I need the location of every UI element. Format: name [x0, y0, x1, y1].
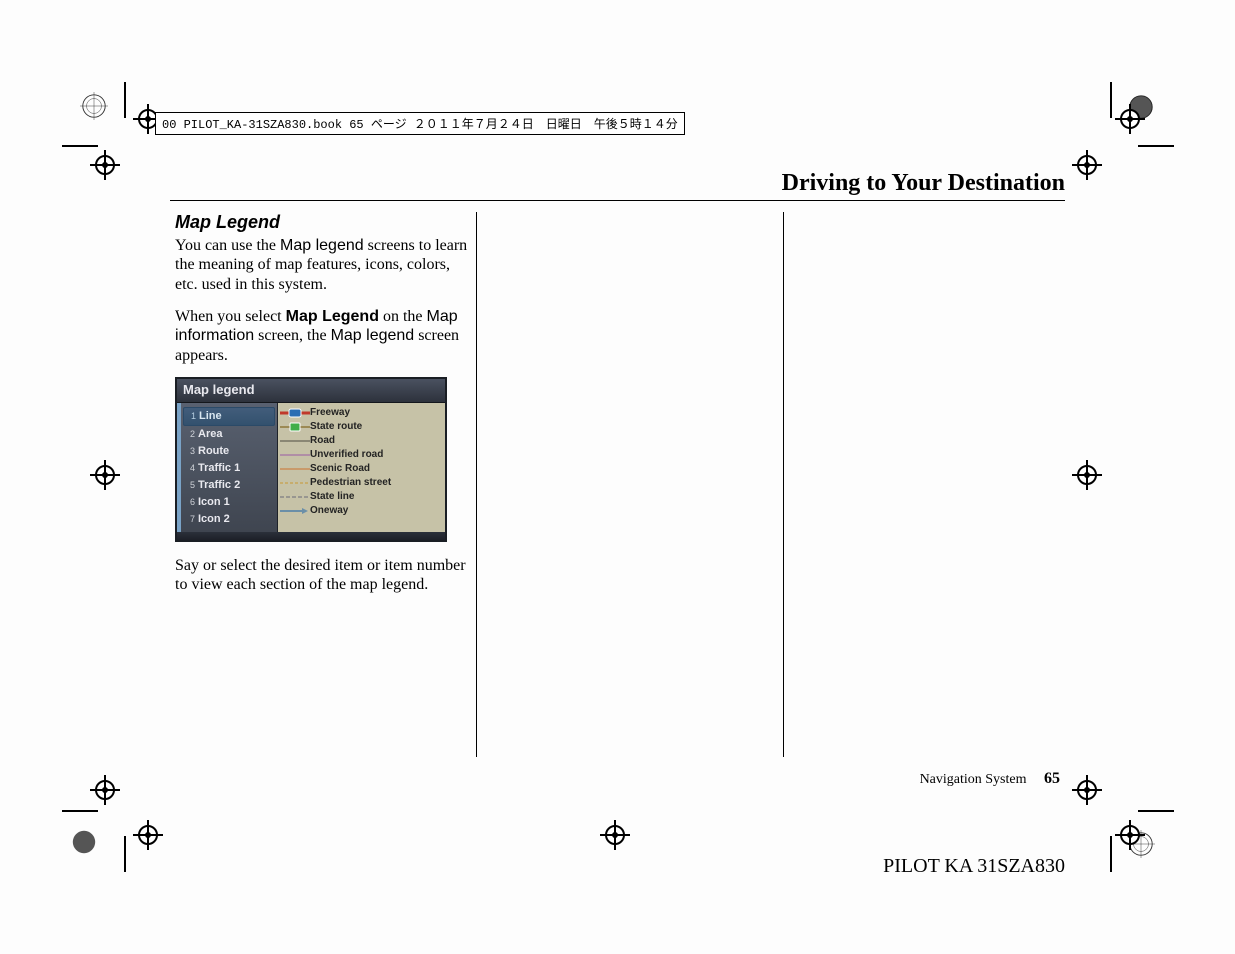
- item-label: Traffic 1: [198, 462, 240, 475]
- legend-item-route[interactable]: 3Route: [181, 443, 277, 460]
- detail-row-freeway: Freeway: [280, 406, 443, 420]
- item-number: 6: [185, 497, 195, 508]
- content-columns: Map Legend You can use the Map legend sc…: [175, 212, 1090, 757]
- detail-label: Unverified road: [310, 449, 383, 461]
- legend-item-area[interactable]: 2Area: [181, 426, 277, 443]
- unverified-road-line-icon: [280, 450, 310, 460]
- pedestrian-line-icon: [280, 478, 310, 488]
- item-number: 5: [185, 480, 195, 491]
- scenic-road-line-icon: [280, 464, 310, 474]
- detail-row-state-route: State route: [280, 420, 443, 434]
- column-separator: [783, 212, 784, 757]
- chapter-title: Driving to Your Destination: [782, 170, 1065, 197]
- legend-item-traffic-1[interactable]: 4Traffic 1: [181, 460, 277, 477]
- source-file-stamp: 00 PILOT_KA-31SZA830.book 65 ページ ２０１１年７月…: [155, 112, 685, 135]
- crosshair-icon: [600, 820, 630, 850]
- column-3: [789, 212, 1090, 757]
- item-label: Area: [198, 428, 222, 441]
- detail-label: Scenic Road: [310, 463, 370, 475]
- registration-mark-icon: [80, 92, 108, 120]
- crosshair-icon: [1072, 775, 1102, 805]
- paragraph: When you select Map Legend on the Map in…: [175, 307, 468, 366]
- crosshair-icon: [90, 460, 120, 490]
- detail-label: State line: [310, 491, 354, 503]
- freeway-line-icon: [280, 408, 310, 418]
- section-heading: Map Legend: [175, 212, 468, 234]
- text: screen, the: [254, 327, 330, 344]
- crop-tick: [62, 810, 98, 812]
- detail-row-pedestrian: Pedestrian street: [280, 476, 443, 490]
- legend-item-icon-2[interactable]: 7Icon 2: [181, 511, 277, 528]
- crosshair-icon: [90, 775, 120, 805]
- detail-label: Oneway: [310, 505, 348, 517]
- crosshair-icon: [90, 150, 120, 180]
- item-number: 1: [186, 411, 196, 422]
- map-legend-screenshot: Map legend 1Line 2Area 3Route 4Traffic 1…: [175, 377, 447, 542]
- paragraph: You can use the Map legend screens to le…: [175, 236, 468, 295]
- crosshair-icon: [1115, 820, 1145, 850]
- crop-tick: [124, 82, 126, 118]
- road-line-icon: [280, 436, 310, 446]
- registration-dot-icon: [70, 828, 98, 856]
- oneway-arrow-icon: [280, 506, 310, 516]
- crop-tick: [1138, 145, 1174, 147]
- ui-term: Map Legend: [286, 308, 379, 325]
- detail-label: State route: [310, 421, 362, 433]
- item-number: 7: [185, 514, 195, 525]
- item-number: 4: [185, 463, 195, 474]
- ui-term: Map legend: [280, 237, 364, 254]
- column-separator: [476, 212, 477, 757]
- crosshair-icon: [1072, 150, 1102, 180]
- legend-category-list: 1Line 2Area 3Route 4Traffic 1 5Traffic 2…: [177, 403, 278, 532]
- item-number: 3: [185, 446, 195, 457]
- ui-term: Map legend: [331, 327, 415, 344]
- column-1: Map Legend You can use the Map legend sc…: [175, 212, 476, 757]
- item-label: Line: [199, 410, 222, 423]
- crop-tick: [1110, 82, 1112, 118]
- crosshair-icon: [1115, 104, 1145, 134]
- crop-tick: [62, 145, 98, 147]
- text: You can use the: [175, 237, 280, 254]
- detail-row-unverified: Unverified road: [280, 448, 443, 462]
- legend-item-line[interactable]: 1Line: [183, 407, 275, 426]
- detail-label: Freeway: [310, 407, 350, 419]
- footer-label: Navigation System: [920, 772, 1027, 787]
- detail-row-state-line: State line: [280, 490, 443, 504]
- legend-detail-panel: Freeway State route Road Unverified road: [278, 403, 445, 532]
- text: When you select: [175, 308, 286, 325]
- item-label: Icon 1: [198, 496, 230, 509]
- crop-tick: [1138, 810, 1174, 812]
- detail-row-oneway: Oneway: [280, 504, 443, 518]
- detail-label: Road: [310, 435, 335, 447]
- crop-tick: [1110, 836, 1112, 872]
- screenshot-title: Map legend: [177, 379, 445, 403]
- legend-item-traffic-2[interactable]: 5Traffic 2: [181, 477, 277, 494]
- horizontal-rule: [170, 200, 1065, 201]
- detail-row-scenic: Scenic Road: [280, 462, 443, 476]
- item-label: Traffic 2: [198, 479, 240, 492]
- text: on the: [379, 308, 427, 325]
- page-number: 65: [1044, 770, 1060, 787]
- state-route-line-icon: [280, 422, 310, 432]
- item-label: Icon 2: [198, 513, 230, 526]
- document-code: PILOT KA 31SZA830: [883, 855, 1065, 878]
- crop-tick: [124, 836, 126, 872]
- paragraph: Say or select the desired item or item n…: [175, 556, 468, 595]
- detail-label: Pedestrian street: [310, 477, 391, 489]
- screenshot-footer-bar: [177, 532, 445, 540]
- screenshot-body: 1Line 2Area 3Route 4Traffic 1 5Traffic 2…: [177, 403, 445, 532]
- detail-row-road: Road: [280, 434, 443, 448]
- crosshair-icon: [133, 820, 163, 850]
- item-number: 2: [185, 429, 195, 440]
- page-footer: Navigation System 65: [920, 770, 1060, 788]
- state-line-icon: [280, 492, 310, 502]
- column-2: [482, 212, 783, 757]
- legend-item-icon-1[interactable]: 6Icon 1: [181, 494, 277, 511]
- item-label: Route: [198, 445, 229, 458]
